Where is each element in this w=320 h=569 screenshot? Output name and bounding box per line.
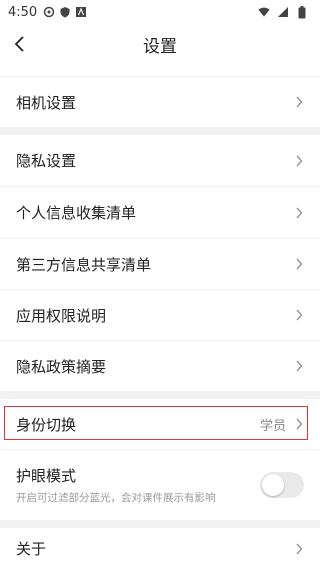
wifi-icon <box>258 6 270 18</box>
settings-item-third-party-sharing[interactable]: 第三方信息共享清单 <box>0 239 320 289</box>
status-bar: 4:50 <box>0 0 320 24</box>
settings-item-label: 相机设置 <box>16 93 77 112</box>
chevron-right-icon <box>294 154 304 168</box>
settings-item-identity-switch[interactable]: 身份切换 学员 <box>0 399 320 449</box>
chevron-right-icon <box>294 542 304 556</box>
settings-item-label: 关于 <box>16 540 47 558</box>
signal-icon <box>277 6 289 18</box>
toggle-knob <box>262 474 284 496</box>
chevron-right-icon <box>294 417 304 431</box>
settings-item-label: 隐私设置 <box>16 152 77 170</box>
section-gap <box>0 520 320 528</box>
settings-item-label: 第三方信息共享清单 <box>16 255 152 274</box>
status-time: 4:50 <box>8 4 38 20</box>
settings-item-privacy-policy-summary[interactable]: 隐私政策摘要 <box>0 341 320 391</box>
shield-icon <box>59 6 71 18</box>
page-title: 设置 <box>143 36 177 57</box>
chevron-left-icon[interactable] <box>8 32 32 56</box>
chevron-right-icon <box>294 308 304 322</box>
settings-icon <box>43 6 55 18</box>
settings-item-subtitle: 开启可过滤部分蓝光，会对课件展示有影响 <box>16 492 216 504</box>
chevron-right-icon <box>294 95 304 109</box>
settings-item-label: 护眼模式 <box>16 467 77 485</box>
settings-item-label: 身份切换 <box>16 415 77 434</box>
settings-item-label: 隐私政策摘要 <box>16 357 107 376</box>
top-app-bar: 设置 <box>0 24 320 64</box>
settings-item-camera[interactable]: 相机设置 <box>0 77 320 127</box>
settings-item-label: 应用权限说明 <box>16 306 107 325</box>
settings-item-privacy[interactable]: 隐私设置 <box>0 135 320 186</box>
chevron-right-icon <box>294 206 304 220</box>
settings-item-label: 个人信息收集清单 <box>16 204 137 222</box>
battery-icon <box>296 5 308 18</box>
chevron-right-icon <box>294 359 304 373</box>
settings-item-about[interactable]: 关于 <box>0 528 320 569</box>
notification-a-icon <box>75 6 87 18</box>
settings-item-app-permissions[interactable]: 应用权限说明 <box>0 290 320 340</box>
eye-protection-text: 护眼模式 开启可过滤部分蓝光，会对课件展示有影响 <box>16 465 216 505</box>
current-identity-value: 学员 <box>259 418 286 434</box>
chevron-right-icon <box>294 257 304 271</box>
settings-item-eye-protection: 护眼模式 开启可过滤部分蓝光，会对课件展示有影响 <box>0 450 320 520</box>
settings-item-personal-info-list[interactable]: 个人信息收集清单 <box>0 187 320 238</box>
eye-protection-toggle[interactable] <box>260 472 304 498</box>
section-gap <box>0 391 320 399</box>
section-gap <box>0 127 320 135</box>
